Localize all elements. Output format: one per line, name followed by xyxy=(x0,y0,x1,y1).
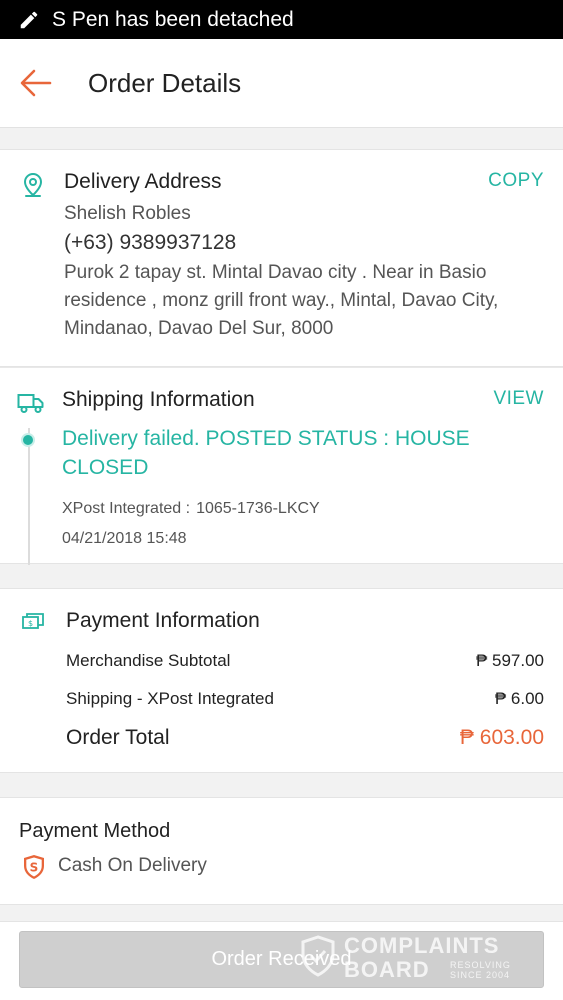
subtotal-row: Merchandise Subtotal ₱ 597.00 xyxy=(66,651,544,671)
payment-method-value: Cash On Delivery xyxy=(58,855,207,876)
timeline-line xyxy=(28,428,30,565)
watermark: COMPLAINTS BOARD RESOLVING SINCE 2004 xyxy=(300,933,520,983)
order-total-row: Order Total ₱ 603.00 xyxy=(66,726,544,750)
location-pin-icon xyxy=(23,172,43,197)
recipient-name: Shelish Robles xyxy=(64,203,191,224)
svg-text:$: $ xyxy=(28,619,33,628)
cash-icon: $ xyxy=(22,613,44,629)
order-total-value: ₱ 603.00 xyxy=(459,726,544,749)
back-arrow-icon[interactable] xyxy=(18,65,54,101)
shipping-fee-label: Shipping - XPost Integrated xyxy=(66,689,274,708)
truck-icon xyxy=(17,394,44,413)
shipping-fee-row: Shipping - XPost Integrated ₱ 6.00 xyxy=(66,689,544,709)
timeline-dot xyxy=(21,433,35,447)
delivery-address-heading: Delivery Address xyxy=(64,170,222,193)
shipping-status: Delivery failed. POSTED STATUS : HOUSE C… xyxy=(62,427,470,479)
shipping-datetime: 04/21/2018 15:48 xyxy=(62,530,187,547)
carrier-info: XPost Integrated : 1065-1736-LKCY xyxy=(62,500,320,518)
app-header: Order Details xyxy=(0,39,563,128)
copy-address-button[interactable]: COPY xyxy=(488,170,544,192)
subtotal-label: Merchandise Subtotal xyxy=(66,651,231,670)
payment-information-section: $ Payment Information Merchandise Subtot… xyxy=(0,588,563,773)
delivery-address-section: Delivery Address COPY Shelish Robles (+6… xyxy=(0,149,563,367)
payment-info-heading: Payment Information xyxy=(66,609,260,632)
tracking-number: 1065-1736-LKCY xyxy=(196,500,320,517)
watermark-line1: COMPLAINTS xyxy=(344,933,500,958)
page-title: Order Details xyxy=(88,67,242,98)
payment-method-section: Payment Method S Cash On Delivery xyxy=(0,797,563,905)
pen-icon xyxy=(20,11,38,28)
watermark-line2: BOARD xyxy=(344,957,430,982)
svg-text:S: S xyxy=(30,861,39,875)
order-total-label: Order Total xyxy=(66,726,170,749)
shipping-heading: Shipping Information xyxy=(62,388,255,411)
status-bar: S Pen has been detached xyxy=(0,0,563,39)
watermark-line3: RESOLVING SINCE 2004 xyxy=(450,960,511,980)
carrier-label: XPost Integrated : xyxy=(62,500,191,517)
watermark-shield-icon xyxy=(301,935,335,977)
view-shipping-button[interactable]: VIEW xyxy=(493,388,544,410)
subtotal-value: ₱ 597.00 xyxy=(475,651,544,670)
full-address: Purok 2 tapay st. Mintal Davao city . Ne… xyxy=(64,262,499,339)
recipient-phone: (+63) 9389937128 xyxy=(64,231,237,254)
shield-icon: S xyxy=(24,855,44,879)
shipping-information-section: Shipping Information VIEW Delivery faile… xyxy=(0,367,563,565)
payment-method-heading: Payment Method xyxy=(19,820,171,842)
shipping-fee-value: ₱ 6.00 xyxy=(494,689,544,708)
status-message: S Pen has been detached xyxy=(52,7,294,31)
